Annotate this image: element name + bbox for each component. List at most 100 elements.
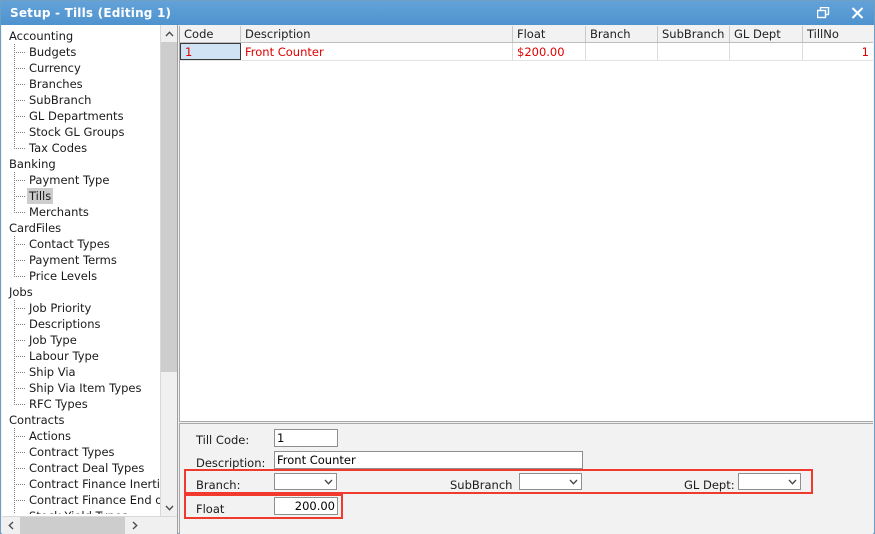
sidebar-item-contract-finance-inertia[interactable]: Contract Finance Inertia xyxy=(2,476,160,492)
grid-column-header-gldept[interactable]: GL Dept xyxy=(730,26,803,42)
branch-dropdown[interactable] xyxy=(274,473,337,490)
grid-cell-float[interactable]: $200.00 xyxy=(513,43,586,60)
sidebar-item-contracts[interactable]: Contracts xyxy=(2,412,160,428)
grid-column-header-code[interactable]: Code xyxy=(180,26,241,42)
tree-vscroll-thumb[interactable] xyxy=(161,42,177,372)
sidebar-item-payment-terms[interactable]: Payment Terms xyxy=(2,252,160,268)
sidebar-item-tax-codes[interactable]: Tax Codes xyxy=(2,140,160,156)
sidebar-item-label: Ship Via Item Types xyxy=(29,381,142,395)
sidebar-item-accounting[interactable]: Accounting xyxy=(2,28,160,44)
tree-connector xyxy=(14,252,27,268)
sidebar-item-label: Jobs xyxy=(9,285,33,299)
tree-connector xyxy=(14,380,27,396)
grid-column-header-tillno[interactable]: TillNo xyxy=(803,26,873,42)
sidebar-item-stock-yield-types[interactable]: Stock Yield Types xyxy=(2,508,160,514)
chevron-down-icon[interactable] xyxy=(784,474,800,489)
tills-grid[interactable]: Code Description Float Branch SubBranch GL De… xyxy=(179,26,873,422)
setup-navigation-tree[interactable]: Accounting Budgets Currency Branches SubBran… xyxy=(2,25,178,534)
till-code-input[interactable] xyxy=(274,429,338,447)
tree-connector xyxy=(14,76,27,92)
sidebar-item-job-type[interactable]: Job Type xyxy=(2,332,160,348)
tree-connector xyxy=(14,476,27,492)
table-row[interactable]: 1 Front Counter $200.00 1 xyxy=(180,43,873,61)
sidebar-item-label: RFC Types xyxy=(29,397,88,411)
chevron-down-icon[interactable] xyxy=(320,474,336,489)
subbranch-label: SubBranch xyxy=(450,478,513,492)
tree-horizontal-scrollbar[interactable] xyxy=(2,516,177,534)
sidebar-item-label: Contract Finance End of Te xyxy=(29,493,160,507)
grid-column-header-float[interactable]: Float xyxy=(513,26,586,42)
tree-connector xyxy=(14,316,27,332)
tree-vscroll-track[interactable] xyxy=(161,372,177,499)
tree-connector xyxy=(14,44,27,60)
sidebar-item-label: Budgets xyxy=(29,45,77,59)
sidebar-item-rfc-types[interactable]: RFC Types xyxy=(2,396,160,412)
grid-cell-tillno[interactable]: 1 xyxy=(803,43,873,60)
sidebar-item-cardfiles[interactable]: CardFiles xyxy=(2,220,160,236)
tree-item-list[interactable]: Accounting Budgets Currency Branches SubBran… xyxy=(2,25,160,514)
chevron-up-icon[interactable] xyxy=(161,25,177,42)
tree-hscroll-thumb[interactable] xyxy=(20,517,125,534)
sidebar-item-label: Contact Types xyxy=(29,237,110,251)
sidebar-item-descriptions[interactable]: Descriptions xyxy=(2,316,160,332)
tree-connector xyxy=(14,92,27,108)
tree-connector xyxy=(14,172,27,188)
chevron-down-icon[interactable] xyxy=(565,474,581,489)
sidebar-item-price-levels[interactable]: Price Levels xyxy=(2,268,160,284)
grid-cell-desc[interactable]: Front Counter xyxy=(241,43,513,60)
grid-column-header-desc[interactable]: Description xyxy=(241,26,513,42)
grid-cell-code[interactable]: 1 xyxy=(180,43,241,60)
sidebar-item-label: Descriptions xyxy=(29,317,101,331)
sidebar-item-merchants[interactable]: Merchants xyxy=(2,204,160,220)
sidebar-item-payment-type[interactable]: Payment Type xyxy=(2,172,160,188)
sidebar-item-label: Contracts xyxy=(9,413,65,427)
sidebar-item-label: Actions xyxy=(29,429,72,443)
gl-dept-dropdown[interactable] xyxy=(738,473,801,490)
sidebar-item-currency[interactable]: Currency xyxy=(2,60,160,76)
chevron-right-icon[interactable] xyxy=(126,517,143,534)
sidebar-item-label: Accounting xyxy=(9,29,74,43)
sidebar-item-tills[interactable]: Tills xyxy=(2,188,160,204)
chevron-down-icon[interactable] xyxy=(161,499,177,516)
float-input[interactable] xyxy=(274,497,338,515)
grid-body[interactable]: 1 Front Counter $200.00 1 xyxy=(180,43,873,61)
sidebar-item-gl-departments[interactable]: GL Departments xyxy=(2,108,160,124)
sidebar-item-label: Job Priority xyxy=(29,301,92,315)
sidebar-item-ship-via[interactable]: Ship Via xyxy=(2,364,160,380)
tree-connector xyxy=(14,108,27,124)
till-edit-form: Till Code: Description: Branch: SubBranc… xyxy=(179,423,873,534)
sidebar-item-contract-deal-types[interactable]: Contract Deal Types xyxy=(2,460,160,476)
description-input[interactable] xyxy=(274,451,583,469)
sidebar-item-label: Contract Finance Inertia xyxy=(29,477,160,491)
sidebar-item-actions[interactable]: Actions xyxy=(2,428,160,444)
tree-vertical-scrollbar[interactable] xyxy=(160,25,177,516)
grid-cell-branch[interactable] xyxy=(586,43,658,60)
chevron-left-icon[interactable] xyxy=(2,517,19,534)
restore-icon[interactable] xyxy=(806,1,840,25)
sidebar-item-contract-types[interactable]: Contract Types xyxy=(2,444,160,460)
sidebar-item-labour-type[interactable]: Labour Type xyxy=(2,348,160,364)
grid-cell-gldept[interactable] xyxy=(730,43,803,60)
sidebar-item-label: Tills xyxy=(27,188,54,204)
sidebar-item-contact-types[interactable]: Contact Types xyxy=(2,236,160,252)
sidebar-item-jobs[interactable]: Jobs xyxy=(2,284,160,300)
grid-cell-subbranch[interactable] xyxy=(658,43,730,60)
sidebar-item-label: CardFiles xyxy=(9,221,62,235)
sidebar-item-stock-gl-groups[interactable]: Stock GL Groups xyxy=(2,124,160,140)
grid-column-header-subbranch[interactable]: SubBranch xyxy=(658,26,730,42)
tree-hscroll-track[interactable] xyxy=(144,517,177,534)
tree-connector xyxy=(14,444,27,460)
sidebar-item-banking[interactable]: Banking xyxy=(2,156,160,172)
subbranch-dropdown[interactable] xyxy=(519,473,582,490)
close-icon[interactable] xyxy=(840,1,874,25)
grid-column-header-branch[interactable]: Branch xyxy=(586,26,658,42)
sidebar-item-subbranch[interactable]: SubBranch xyxy=(2,92,160,108)
sidebar-item-budgets[interactable]: Budgets xyxy=(2,44,160,60)
tree-connector xyxy=(14,396,27,412)
sidebar-item-label: Payment Terms xyxy=(29,253,117,267)
sidebar-item-job-priority[interactable]: Job Priority xyxy=(2,300,160,316)
tree-connector xyxy=(14,508,27,514)
sidebar-item-contract-finance-end-of-te[interactable]: Contract Finance End of Te xyxy=(2,492,160,508)
sidebar-item-branches[interactable]: Branches xyxy=(2,76,160,92)
sidebar-item-ship-via-item-types[interactable]: Ship Via Item Types xyxy=(2,380,160,396)
